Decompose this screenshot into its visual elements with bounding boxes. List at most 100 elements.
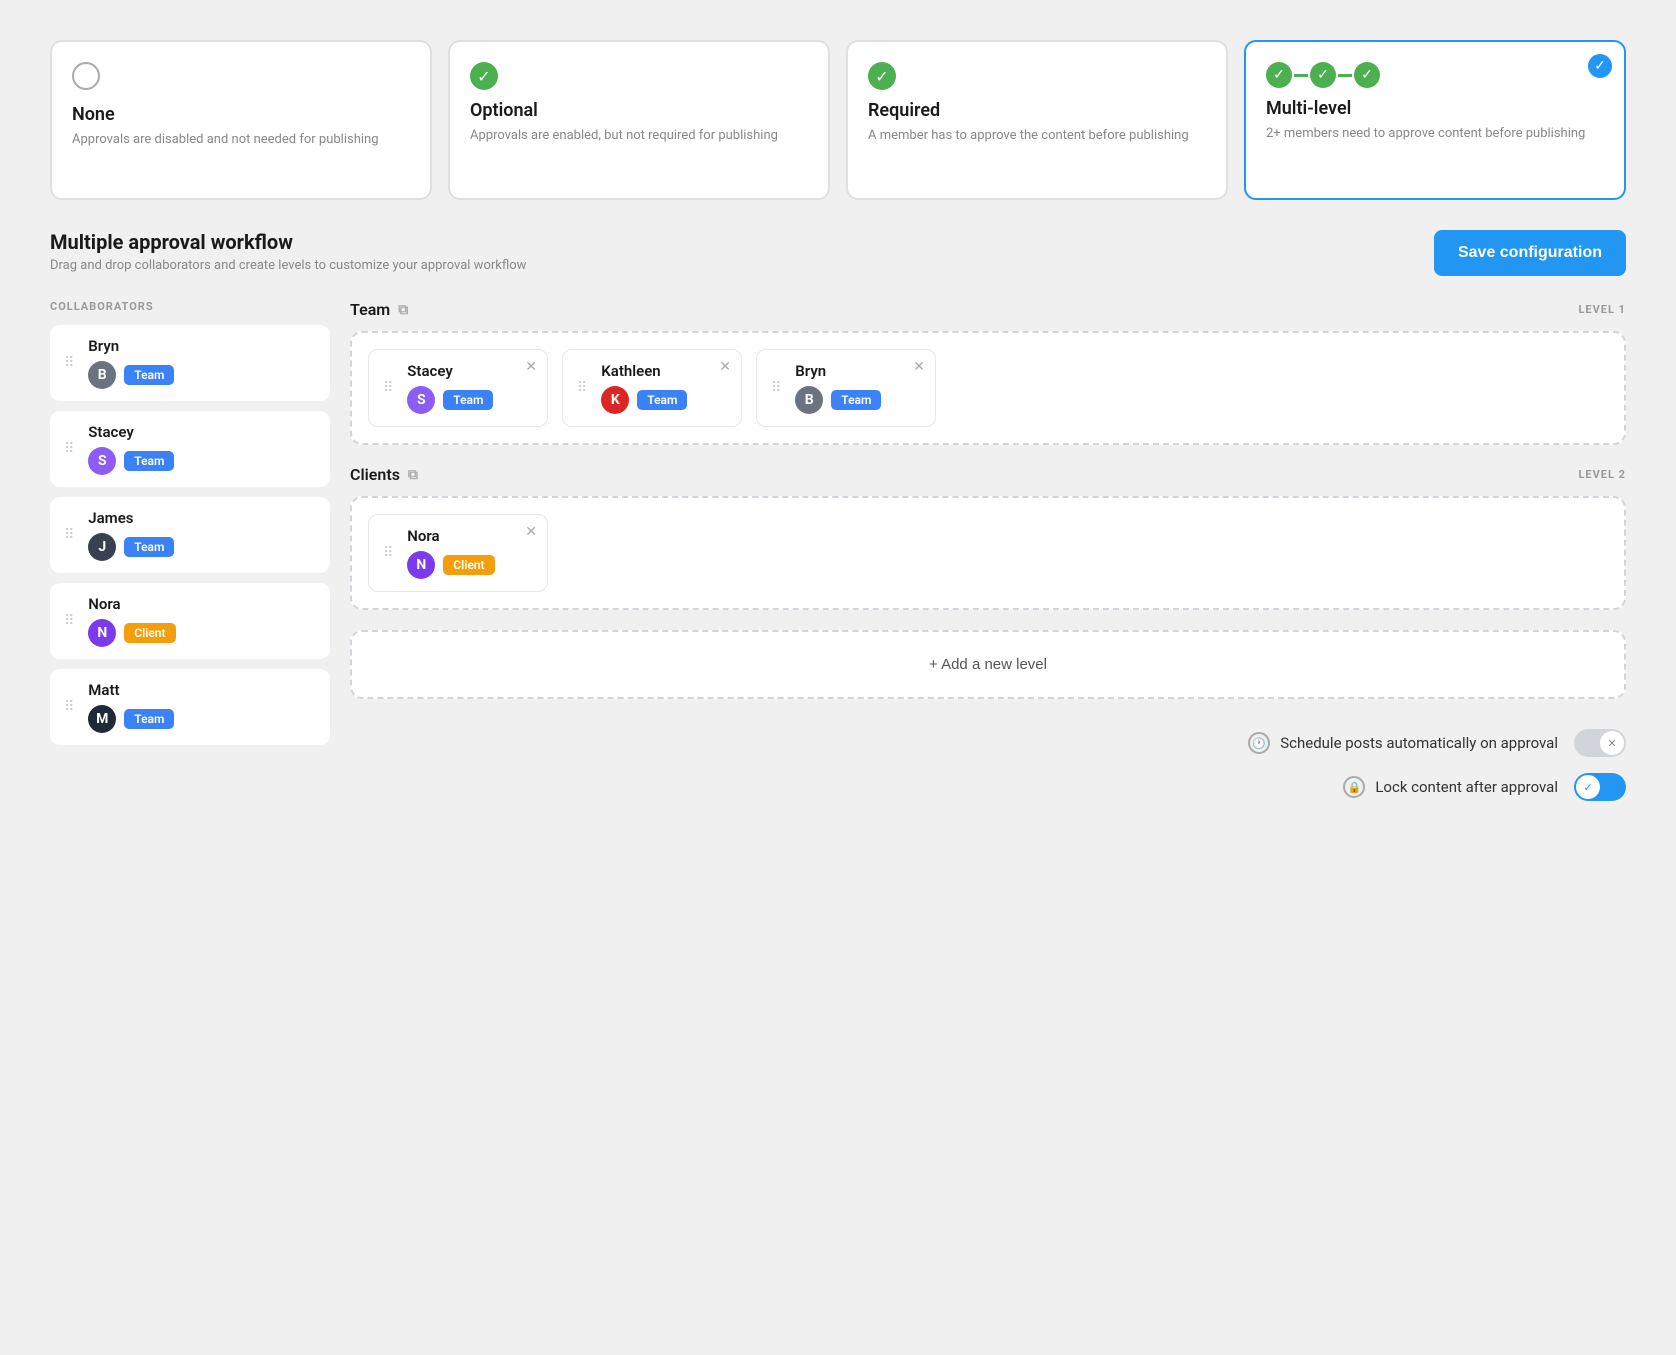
- level-1-header: Team ⧉ LEVEL 1: [350, 300, 1626, 319]
- level-2-section: Clients ⧉ LEVEL 2 ⠿ Nora N Client: [350, 465, 1626, 610]
- avatar: N: [88, 619, 116, 647]
- workflow-title: Multiple approval workflow: [50, 230, 526, 254]
- required-title: Required: [868, 100, 1206, 121]
- collab-info-james: James J Team: [88, 509, 174, 561]
- drag-handle-icon[interactable]: ⠿: [383, 545, 393, 561]
- collab-row-james: J Team: [88, 533, 174, 561]
- list-item: ⠿ Bryn B Team: [50, 325, 330, 401]
- tag-team: Team: [124, 709, 174, 729]
- levels-panel: Team ⧉ LEVEL 1 ⠿ Stacey S Team: [350, 300, 1626, 811]
- collaborators-panel: COLLABORATORS ⠿ Bryn B Team ⠿ Stacey: [50, 300, 330, 811]
- tag-client: Client: [124, 623, 175, 643]
- toggle-row-schedule: 🕐 Schedule posts automatically on approv…: [350, 729, 1626, 757]
- collab-name-james: James: [88, 509, 174, 527]
- drag-handle-icon[interactable]: ⠿: [64, 355, 74, 371]
- collab-name: Kathleen: [601, 362, 687, 380]
- list-item: ⠿ Stacey S Team: [50, 411, 330, 487]
- toggle-knob: ✓: [1576, 775, 1600, 799]
- level-1-section: Team ⧉ LEVEL 1 ⠿ Stacey S Team: [350, 300, 1626, 445]
- collab-info-bryn: Bryn B Team: [88, 337, 174, 389]
- required-icon: ✓: [868, 62, 1206, 90]
- collab-row-matt: M Team: [88, 705, 174, 733]
- copy-icon[interactable]: ⧉: [408, 467, 418, 483]
- workflow-header: Multiple approval workflow Drag and drop…: [50, 230, 1626, 276]
- collab-info-nora: Nora N Client: [88, 595, 175, 647]
- collaborators-label: COLLABORATORS: [50, 300, 330, 313]
- collab-name-bryn: Bryn: [88, 337, 174, 355]
- level-2-header: Clients ⧉ LEVEL 2: [350, 465, 1626, 484]
- optional-desc: Approvals are enabled, but not required …: [470, 127, 808, 145]
- required-desc: A member has to approve the content befo…: [868, 127, 1206, 145]
- none-desc: Approvals are disabled and not needed fo…: [72, 131, 410, 149]
- clock-icon: 🕐: [1248, 732, 1270, 754]
- approval-card-optional[interactable]: ✓ Optional Approvals are enabled, but no…: [448, 40, 830, 200]
- multilevel-icon: ✓ ✓ ✓: [1266, 62, 1604, 88]
- toggle-knob: ✕: [1600, 731, 1624, 755]
- schedule-toggle[interactable]: ✕: [1574, 729, 1626, 757]
- drag-handle-icon[interactable]: ⠿: [383, 380, 393, 396]
- optional-icon: ✓: [470, 62, 808, 90]
- schedule-toggle-label: 🕐 Schedule posts automatically on approv…: [1248, 732, 1558, 754]
- multilevel-title: Multi-level: [1266, 98, 1604, 119]
- avatar: S: [407, 386, 435, 414]
- tag-team: Team: [443, 390, 493, 410]
- remove-button[interactable]: ✕: [525, 523, 537, 540]
- collab-name: Nora: [407, 527, 494, 545]
- selected-check-icon: ✓: [1588, 54, 1612, 78]
- lock-icon: 🔒: [1343, 776, 1365, 798]
- approval-card-required[interactable]: ✓ Required A member has to approve the c…: [846, 40, 1228, 200]
- add-level-button[interactable]: + Add a new level: [350, 630, 1626, 699]
- level-member-card: ⠿ Nora N Client ✕: [368, 514, 548, 592]
- content-area: COLLABORATORS ⠿ Bryn B Team ⠿ Stacey: [50, 300, 1626, 811]
- level-2-dropzone[interactable]: ⠿ Nora N Client ✕: [350, 496, 1626, 610]
- drag-handle-icon[interactable]: ⠿: [771, 380, 781, 396]
- level-2-badge: LEVEL 2: [1578, 468, 1626, 481]
- level-1-name: Team ⧉: [350, 300, 408, 319]
- none-title: None: [72, 104, 410, 125]
- collab-name-stacey: Stacey: [88, 423, 174, 441]
- workflow-subtitle: Drag and drop collaborators and create l…: [50, 258, 526, 273]
- tag-team: Team: [124, 537, 174, 557]
- avatar: K: [601, 386, 629, 414]
- level-member-card: ⠿ Stacey S Team ✕: [368, 349, 548, 427]
- list-item: ⠿ Matt M Team: [50, 669, 330, 745]
- collab-row-nora: N Client: [88, 619, 175, 647]
- level-1-badge: LEVEL 1: [1578, 303, 1626, 316]
- approval-cards-row: None Approvals are disabled and not need…: [50, 40, 1626, 200]
- avatar: B: [795, 386, 823, 414]
- optional-title: Optional: [470, 100, 808, 121]
- avatar: B: [88, 361, 116, 389]
- collab-row-bryn: B Team: [88, 361, 174, 389]
- lock-toggle[interactable]: ✓: [1574, 773, 1626, 801]
- workflow-title-block: Multiple approval workflow Drag and drop…: [50, 230, 526, 273]
- approval-card-multilevel[interactable]: ✓ ✓ ✓ ✓ Multi-level 2+ members need to a…: [1244, 40, 1626, 200]
- list-item: ⠿ James J Team: [50, 497, 330, 573]
- remove-button[interactable]: ✕: [525, 358, 537, 375]
- tag-team: Team: [124, 365, 174, 385]
- save-configuration-button[interactable]: Save configuration: [1434, 230, 1626, 276]
- remove-button[interactable]: ✕: [719, 358, 731, 375]
- tag-client: Client: [443, 555, 494, 575]
- drag-handle-icon[interactable]: ⠿: [577, 380, 587, 396]
- avatar: N: [407, 551, 435, 579]
- collab-row-stacey: S Team: [88, 447, 174, 475]
- remove-button[interactable]: ✕: [913, 358, 925, 375]
- toggles-section: 🕐 Schedule posts automatically on approv…: [350, 719, 1626, 811]
- toggle-row-lock: 🔒 Lock content after approval ✓: [350, 773, 1626, 801]
- collab-name-nora: Nora: [88, 595, 175, 613]
- drag-handle-icon[interactable]: ⠿: [64, 699, 74, 715]
- drag-handle-icon[interactable]: ⠿: [64, 613, 74, 629]
- approval-card-none[interactable]: None Approvals are disabled and not need…: [50, 40, 432, 200]
- list-item: ⠿ Nora N Client: [50, 583, 330, 659]
- drag-handle-icon[interactable]: ⠿: [64, 441, 74, 457]
- copy-icon[interactable]: ⧉: [398, 302, 408, 318]
- level-1-dropzone[interactable]: ⠿ Stacey S Team ✕ ⠿: [350, 331, 1626, 445]
- collab-info-matt: Matt M Team: [88, 681, 174, 733]
- tag-team: Team: [831, 390, 881, 410]
- collab-name-matt: Matt: [88, 681, 174, 699]
- drag-handle-icon[interactable]: ⠿: [64, 527, 74, 543]
- level-member-card: ⠿ Kathleen K Team ✕: [562, 349, 742, 427]
- tag-team: Team: [637, 390, 687, 410]
- avatar: M: [88, 705, 116, 733]
- avatar: S: [88, 447, 116, 475]
